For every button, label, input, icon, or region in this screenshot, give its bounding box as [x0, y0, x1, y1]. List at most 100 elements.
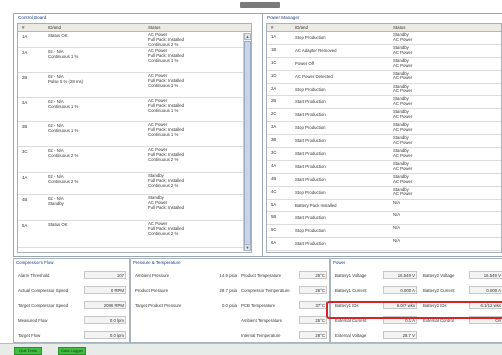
row-number: 4A [22, 175, 28, 180]
row-status: N/A [393, 238, 401, 244]
row-number: 2A [271, 85, 277, 91]
row-status: AC Power Full Pack: Installed Continuous… [148, 221, 185, 236]
compressor-panel: Compressor's Flow Alarm Threshold 107 Actu… [13, 258, 130, 343]
row-id: Power Off [295, 60, 315, 66]
table-row[interactable]: 1C Power Off Standby AC Power [267, 58, 501, 71]
quit-tests-button[interactable]: Quit Tests [14, 347, 42, 355]
table-row[interactable]: 5A Status OK AC Power Full Pack: Installed… [18, 221, 251, 248]
table-row[interactable]: 3A 02 - N/A Continuous 1 % AC Power Full P… [18, 98, 251, 122]
row-number: 1B [271, 46, 277, 52]
row-id: Start Production [295, 151, 326, 157]
column-header-id[interactable]: ID/and [48, 24, 61, 32]
table-row[interactable]: 3B Start Production Standby AC Power [267, 135, 501, 149]
power-manager-title: Power Manager [267, 15, 300, 20]
table-row[interactable]: 5C Stop Production N/A [267, 225, 501, 239]
row-number: 4A [271, 162, 277, 168]
row-id: Start Production [295, 112, 326, 118]
row-id: Status OK [48, 222, 68, 227]
row-number: 4B [22, 197, 28, 202]
table-row[interactable]: 2A Stop Production Standby AC Power [267, 84, 501, 97]
table-row[interactable]: 2A 02 - N/A Continuous 1 % AC Power Full P… [18, 48, 251, 73]
row-status: Standby Full Pack: Installed Continuous … [148, 173, 185, 188]
pressure-label: Target Product Pressure [135, 303, 182, 308]
power-manager-pane: Power Manager # ID/and Status 1A Stop Pro… [262, 13, 502, 257]
column-header-status[interactable]: Status [393, 24, 405, 32]
row-status: Standby AC Power [393, 57, 413, 68]
row-id: Stop Production [295, 228, 326, 234]
table-row[interactable]: 4A 02 - N/A Continuous 2 % Standby Full Pa… [18, 173, 251, 195]
table-row[interactable]: 3C 02 - N/A Continuous 2 % AC Power Full P… [18, 147, 251, 173]
row-id: 02 - N/A Standby [48, 196, 64, 206]
row-status: Standby AC Power [393, 148, 413, 158]
table-row[interactable]: 1A Status OK AC Power Full Pack: Installed… [18, 32, 251, 48]
table-row[interactable]: 4A Start Production Standby AC Power [267, 161, 501, 174]
row-id: Stop Production [295, 86, 326, 92]
row-number: 1C [271, 59, 277, 65]
data-logger-button[interactable]: Data Logger [58, 347, 86, 355]
row-status: Standby AC Power [393, 160, 413, 171]
row-id: Stop Production [295, 189, 326, 195]
power-label: Battery1 Voltage [335, 273, 367, 278]
scroll-up-icon[interactable]: ▲ [244, 33, 251, 40]
row-number: 5C [271, 227, 277, 233]
row-number: 4B [271, 175, 277, 181]
row-status: N/A [393, 199, 401, 205]
compressor-value: 0.0 lpm [109, 333, 124, 338]
control-board-rows: 1A Status OK AC Power Full Pack: Installed… [18, 32, 251, 248]
column-header-num[interactable]: # [271, 24, 273, 32]
row-status: Standby AC Power [393, 122, 413, 133]
row-status: Standby AC Power [393, 83, 413, 94]
row-id: Start Production [295, 99, 326, 105]
scroll-down-icon[interactable]: ▼ [244, 244, 251, 251]
row-number: 3C [22, 149, 28, 154]
row-number: 2B [271, 98, 277, 104]
table-row[interactable]: 4B 02 - N/A Standby Standby AC Power Full … [18, 195, 251, 221]
control-board-scrollbar[interactable]: ▲ ▼ [243, 33, 251, 251]
table-row[interactable]: 2C Start Production Standby AC Power [267, 109, 501, 123]
table-row[interactable]: 1A Stop Production Standby AC Power [267, 32, 501, 45]
power-manager-table: # ID/and Status 1A Stop Production Standby… [266, 23, 502, 253]
table-row[interactable]: 5A Battery Pack Installed N/A [267, 200, 501, 213]
column-header-id[interactable]: ID/and [295, 24, 308, 32]
table-row[interactable]: 4C Stop Production Standby AC Power [267, 187, 501, 200]
column-header-status[interactable]: Status [148, 24, 160, 32]
row-status: Standby AC Power Full Pack: Installed [148, 195, 185, 210]
row-id: 02 - N/A Continuous 1 % [48, 49, 79, 59]
pressure-value: 14.9 psia [219, 273, 237, 278]
table-row[interactable]: 1B AC Adapter Removed Standby AC Power [267, 45, 501, 58]
row-id: 02 - N/A Pulse 5 % (28 ms) [48, 74, 84, 84]
row-id: Battery Pack Installed [295, 202, 337, 208]
row-status: Standby AC Power [393, 96, 413, 107]
row-status: AC Power Full Pack: Installed Continuous… [148, 73, 185, 88]
column-header-num[interactable]: # [22, 24, 24, 32]
row-status: Standby AC Power [393, 109, 413, 120]
row-id: 02 - N/A Continuous 2 % [48, 148, 79, 158]
row-number: 2A [22, 50, 28, 55]
table-row[interactable]: 5B Start Production N/A [267, 212, 501, 226]
row-id: AC Power Detected [295, 73, 333, 79]
row-status: Standby AC Power [393, 135, 413, 145]
table-row[interactable]: 3C Start Production Standby AC Power [267, 148, 501, 161]
pressure-temperature-title: Pressure & Temperature [133, 260, 181, 265]
power-value: 28.7 V [402, 333, 415, 338]
table-row[interactable]: 4B Start Production Standby AC Power [267, 174, 501, 187]
compressor-label: Measured Flow [18, 318, 48, 323]
table-row[interactable]: 2B Start Production Standby AC Power [267, 96, 501, 110]
row-number: 6A [271, 240, 277, 246]
table-row[interactable]: 6A Start Production N/A [267, 238, 501, 252]
table-row[interactable]: 2B 02 - N/A Pulse 5 % (28 ms) AC Power Ful… [18, 73, 251, 98]
control-board-table-header: # ID/and Status [18, 24, 251, 32]
table-row[interactable]: 1D AC Power Detected Standby AC Power [267, 71, 501, 84]
window-title-mark [240, 2, 280, 8]
scroll-thumb[interactable] [244, 41, 251, 247]
row-number: 5A [22, 223, 28, 228]
pressure-temperature-panel: Pressure & Temperature Ambient Pressure 1… [130, 258, 330, 343]
row-id: 02 - N/A Continuous 2 % [48, 174, 79, 184]
row-number: 3B [271, 137, 277, 143]
table-row[interactable]: 3B 02 - N/A Continuous 1 % AC Power Full P… [18, 122, 251, 147]
row-status: AC Power Full Pack: Installed Continuous… [148, 32, 185, 47]
temperature-label: Product Temperature [241, 273, 282, 278]
row-status: AC Power Full Pack: Installed Continuous… [148, 122, 185, 137]
table-row[interactable]: 3A Stop Production Standby AC Power [267, 122, 501, 136]
row-id: Start Production [295, 163, 326, 169]
